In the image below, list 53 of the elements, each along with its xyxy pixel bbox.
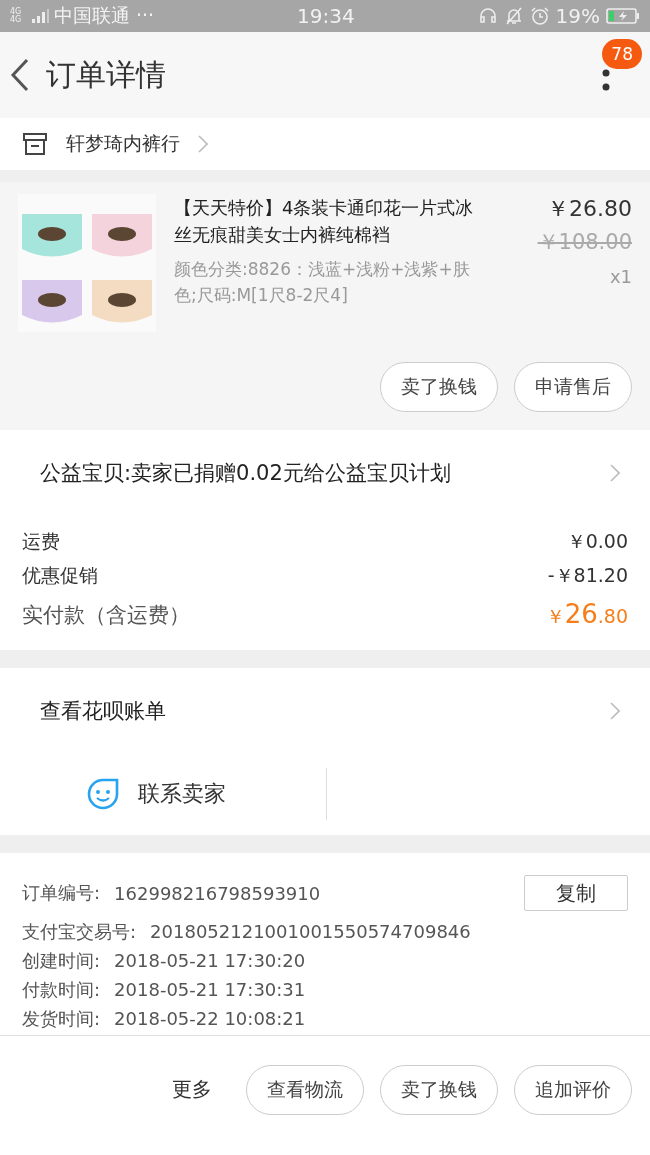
- info-value: 2018-05-21 17:30:20: [114, 950, 306, 971]
- chevron-right-icon: [198, 135, 208, 153]
- shop-name: 轩梦琦内裤行: [66, 131, 180, 156]
- chevron-right-icon: [610, 463, 620, 482]
- charity-text: 公益宝贝:卖家已捐赠0.02元给公益宝贝计划: [40, 459, 451, 487]
- more-link[interactable]: 更多: [172, 1076, 212, 1103]
- fee-value: ￥0.00: [566, 529, 628, 554]
- total-label: 实付款（含运费）: [22, 601, 190, 629]
- action-button[interactable]: 申请售后: [514, 362, 632, 412]
- info-value: 2018052121001001550574709846: [150, 921, 471, 942]
- chat-face-icon: [86, 777, 120, 811]
- page-title: 订单详情: [46, 55, 166, 94]
- alarm-icon: [529, 6, 550, 26]
- info-value: 2018-05-22 10:08:21: [114, 1008, 306, 1029]
- info-label: 发货时间:: [22, 1006, 101, 1031]
- info-label: 创建时间:: [22, 948, 101, 973]
- battery-icon: [606, 7, 640, 25]
- notification-badge: 78: [602, 39, 642, 69]
- product-title[interactable]: 【天天特价】4条装卡通印花一片式冰丝无痕甜美女士内裤纯棉裆: [174, 194, 474, 248]
- copy-button[interactable]: 复制: [524, 875, 628, 911]
- huabei-text: 查看花呗账单: [40, 697, 166, 725]
- chevron-right-icon: [610, 701, 620, 720]
- shop-row[interactable]: 轩梦琦内裤行: [0, 118, 650, 170]
- back-icon[interactable]: [10, 58, 30, 92]
- info-label: 付款时间:: [22, 977, 101, 1002]
- contact-seller-button[interactable]: 联系卖家: [86, 777, 326, 811]
- total-amount: ￥26.80: [545, 599, 628, 630]
- muted-bell-icon: [503, 6, 524, 26]
- headset-icon: [477, 6, 498, 26]
- original-price: ￥108.00: [537, 229, 632, 256]
- fee-value: -￥81.20: [547, 563, 628, 588]
- info-label: 订单编号:: [22, 881, 101, 905]
- more-icon[interactable]: [602, 69, 610, 93]
- action-button[interactable]: 查看物流: [246, 1064, 364, 1115]
- charity-row[interactable]: 公益宝贝:卖家已捐赠0.02元给公益宝贝计划: [0, 430, 650, 515]
- network-indicator: 4G 4G: [10, 8, 23, 24]
- fee-label: 运费: [22, 529, 60, 554]
- clock-time: 19:34: [297, 4, 355, 28]
- signal-icon: [32, 9, 50, 23]
- product-price: ￥26.80: [547, 195, 632, 223]
- action-button[interactable]: 卖了换钱: [380, 1064, 498, 1115]
- info-label: 支付宝交易号:: [22, 919, 137, 944]
- battery-percent: 19%: [555, 4, 600, 28]
- action-button[interactable]: 追加评价: [514, 1064, 632, 1115]
- info-value: 162998216798593910: [114, 882, 321, 904]
- fee-label: 优惠促销: [22, 563, 98, 588]
- huabei-row[interactable]: 查看花呗账单: [0, 668, 650, 753]
- quantity: x1: [609, 266, 632, 287]
- action-button[interactable]: 卖了换钱: [380, 362, 498, 412]
- store-icon: [22, 132, 48, 156]
- product-spec: 颜色分类:8826：浅蓝+浅粉+浅紫+肤色;尺码:M[1尺8-2尺4]: [174, 258, 471, 307]
- info-value: 2018-05-21 17:30:31: [114, 979, 306, 1000]
- carrier-name: 中国联通 ···: [54, 3, 155, 28]
